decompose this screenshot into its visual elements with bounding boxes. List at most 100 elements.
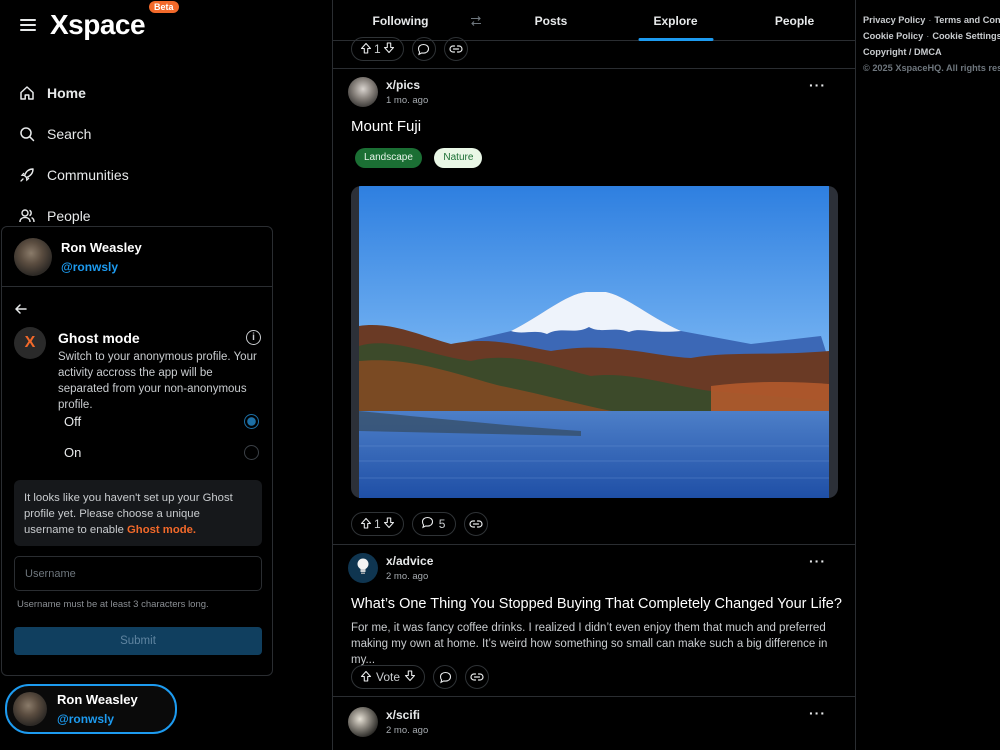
notice-link[interactable]: Ghost mode. [127,524,196,536]
vote-count: 1 [374,517,381,531]
avatar [14,237,52,276]
info-icon[interactable]: i [246,330,261,345]
radio-on[interactable] [244,445,259,460]
downvote-icon[interactable] [404,669,416,685]
post-card: 1 [333,37,855,69]
community-avatar[interactable] [348,77,378,107]
vote-control: Vote [351,665,426,689]
terms-link[interactable]: Terms and Cond [934,15,1000,25]
more-options-icon[interactable]: ··· [809,705,826,721]
more-options-icon[interactable]: ··· [809,77,826,93]
vote-label: Vote [376,670,401,684]
lightbulb-icon [355,557,371,580]
more-options-icon[interactable]: ··· [809,553,826,569]
avatar [13,692,47,726]
community-name[interactable]: x/advice [386,554,433,568]
post-tags: Landscape Nature [355,147,490,168]
ghost-option-label: Off [64,414,82,429]
post-body-line: making my own at home. It’s weird how so… [351,638,828,666]
tag-chip[interactable]: Nature [434,148,483,168]
submit-button[interactable]: Submit [14,627,262,655]
hamburger-menu-icon[interactable] [20,19,36,31]
post-card[interactable]: x/scifi 2 mo. ago ··· [333,697,855,750]
post-time: 1 mo. ago [386,95,429,106]
tab-explore[interactable]: Explore [618,0,733,41]
username-hint: Username must be at least 3 characters l… [17,599,209,610]
tab-label: Following [372,13,429,28]
tab-following[interactable]: Following [333,0,468,41]
account-name: Ron Weasley [57,692,138,707]
comments-button[interactable]: 5 [411,512,457,536]
radio-off[interactable] [244,414,259,429]
left-sidebar: Xspace Beta Home Search Communities Peop… [0,0,333,750]
nav-item-label: Home [47,84,86,101]
back-arrow-icon[interactable] [14,302,28,320]
account-switcher[interactable]: Ron Weasley @ronwsly [5,684,177,734]
ghost-mode-title: Ghost mode [58,330,140,346]
community-name[interactable]: x/scifi [386,708,428,722]
share-link-icon[interactable] [464,512,489,536]
nav-item-home[interactable]: Home [18,72,129,113]
ghost-option-off[interactable]: Off [64,414,259,429]
comment-icon [421,516,434,532]
post-actions: 1 [351,37,476,61]
people-icon [18,207,36,225]
copyright-dmca-link[interactable]: Copyright / DMCA [863,47,942,57]
downvote-icon[interactable] [383,516,395,532]
ghost-option-label: On [64,445,82,460]
feed-tabs: Following Posts Explore People [333,0,855,41]
post-time: 2 mo. ago [386,571,429,582]
post-card[interactable]: x/pics 1 mo. ago ··· Mount Fuji Landscap… [333,69,855,545]
upvote-icon[interactable] [360,517,372,532]
tag-chip[interactable]: Landscape [355,148,422,168]
community-avatar[interactable] [348,707,378,737]
vote-control: 1 [351,37,404,61]
card-profile-header[interactable]: Ron Weasley @ronwsly [2,227,272,287]
post-card[interactable]: x/advice 2 mo. ago ··· What’s One Thing … [333,545,855,697]
ghost-mode-card: Ron Weasley @ronwsly X Ghost mode i Swit… [1,226,273,676]
post-header: x/pics 1 mo. ago [348,77,428,107]
nav-item-label: Search [47,125,92,142]
vote-count: 1 [374,42,381,56]
upvote-icon[interactable] [360,670,372,685]
ghost-option-on[interactable]: On [64,445,259,460]
nav-item-search[interactable]: Search [18,113,129,154]
profile-name: Ron Weasley [61,239,142,255]
nav-item-label: People [47,207,91,224]
swap-icon[interactable] [468,0,484,41]
app-root: Xspace Beta Home Search Communities Peop… [0,0,1000,750]
mount-fuji-photo [359,186,829,498]
post-body: For me, it was fancy coffee drinks. I re… [351,620,841,668]
nav-item-communities[interactable]: Communities [18,154,129,195]
post-image[interactable] [351,186,838,498]
comment-icon[interactable] [433,665,458,689]
footer-links: Privacy Policy · Terms and Cond Cookie Pol… [863,12,1000,76]
tab-label: Explore [653,13,698,28]
comment-count: 5 [438,517,446,531]
post-header: x/scifi 2 mo. ago [348,707,428,737]
share-link-icon[interactable] [465,665,490,689]
rocket-icon [18,166,36,184]
upvote-icon[interactable] [360,42,372,57]
privacy-policy-link[interactable]: Privacy Policy [863,15,925,25]
profile-handle[interactable]: @ronwsly [61,260,142,274]
post-title[interactable]: What’s One Thing You Stopped Buying That… [351,596,842,612]
cookie-settings-link[interactable]: Cookie Settings [932,31,1000,41]
cookie-policy-link[interactable]: Cookie Policy [863,31,923,41]
nav-item-label: Communities [47,166,129,183]
copyright-text: © 2025 XspaceHQ. All rights res [863,63,1000,73]
username-input[interactable] [14,556,262,591]
account-handle: @ronwsly [57,712,115,726]
community-avatar[interactable] [348,553,378,583]
share-link-icon[interactable] [443,37,468,61]
tab-posts[interactable]: Posts [484,0,618,41]
app-logo[interactable]: Xspace [50,9,146,41]
comment-icon[interactable] [411,37,436,61]
ghost-logo-icon: X [14,327,46,359]
community-name[interactable]: x/pics [386,78,428,92]
tab-label: Posts [534,13,568,28]
post-title[interactable]: Mount Fuji [351,118,421,135]
tab-people[interactable]: People [733,0,855,41]
main-nav: Home Search Communities People [18,72,129,236]
downvote-icon[interactable] [383,41,395,57]
